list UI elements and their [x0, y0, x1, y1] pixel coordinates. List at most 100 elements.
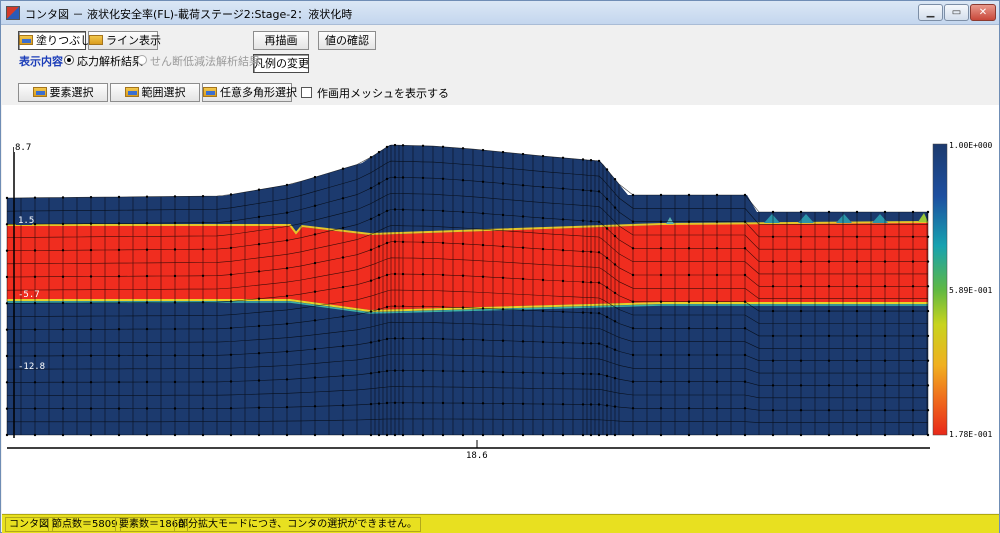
legend-min-label: 1.78E-001: [949, 430, 993, 439]
mesh-node: [827, 210, 831, 214]
check-value-button[interactable]: 値の確認: [318, 31, 376, 50]
mesh-node: [883, 409, 887, 412]
mesh-node: [401, 144, 405, 147]
stress-result-radio[interactable]: [64, 55, 74, 65]
mesh-node: [501, 433, 505, 437]
mesh-node: [117, 195, 121, 199]
element-select-label: 要素選択: [49, 86, 94, 99]
mesh-node: [441, 369, 445, 373]
mesh-node: [743, 327, 747, 330]
mesh-node: [715, 407, 719, 410]
mesh-node: [631, 247, 635, 250]
mesh-node: [33, 196, 37, 199]
fill-button[interactable]: 塗りつぶし: [18, 31, 91, 50]
mesh-node: [201, 380, 205, 384]
mesh-node: [631, 380, 635, 383]
mesh-node: [501, 182, 505, 185]
mesh-node: [393, 401, 397, 404]
title-bar[interactable]: コンタ図 － 液状化安全率(FL)-載荷ステージ2:Stage-2：液状化時 ▁…: [1, 1, 999, 25]
mesh-node: [481, 433, 485, 437]
mesh-node: [61, 249, 65, 252]
maximize-button[interactable]: ▭: [944, 4, 969, 21]
mesh-node: [743, 247, 747, 250]
mesh-node: [613, 263, 617, 266]
mesh-node: [201, 248, 205, 251]
mesh-node: [229, 220, 233, 223]
mesh-node: [911, 433, 915, 437]
mesh-node: [659, 380, 663, 383]
display-content-label: 表示内容: [19, 55, 63, 68]
mesh-node: [541, 433, 545, 437]
mesh-node: [589, 159, 593, 162]
mesh-node: [501, 402, 505, 405]
mesh-node: [117, 222, 121, 225]
mesh-node: [257, 324, 261, 328]
mesh-node: [541, 185, 545, 189]
mesh-node: [597, 281, 601, 284]
mesh-node: [5, 407, 9, 410]
line-display-button[interactable]: ライン表示: [88, 31, 161, 50]
mesh-node: [285, 239, 289, 242]
mesh-node: [771, 260, 775, 263]
mesh-node: [385, 401, 389, 405]
mesh-node: [631, 327, 635, 330]
fill-icon: [19, 35, 33, 45]
mesh-node: [687, 407, 691, 410]
mesh-node: [441, 433, 445, 437]
mesh-node: [883, 433, 887, 437]
mesh-node: [589, 403, 593, 406]
mesh-node: [313, 376, 317, 379]
mesh-node: [883, 384, 887, 387]
mesh-node: [421, 337, 425, 340]
mesh-node: [385, 305, 389, 309]
mesh-node: [285, 433, 289, 437]
contour-plot[interactable]: 8.7 1.5 -5.7 -12.8 -20.0 18.6 1.00E+000 …: [2, 105, 999, 513]
mesh-node: [173, 301, 177, 304]
element-select-button[interactable]: 要素選択: [18, 83, 108, 102]
mesh-node: [285, 183, 289, 187]
mesh-node: [61, 328, 65, 331]
mesh-node: [461, 306, 465, 309]
toolbar: 塗りつぶし ライン表示 再描画 値の確認 凡例の変更 表示内容 応力解析結果 せ…: [2, 26, 999, 104]
mesh-node: [173, 248, 177, 251]
mesh-node: [377, 339, 381, 342]
mesh-node: [521, 371, 525, 374]
mesh-node: [911, 409, 915, 412]
mesh-node: [341, 404, 345, 407]
mesh-node: [285, 267, 289, 270]
mesh-node: [743, 193, 747, 197]
legend-change-button[interactable]: 凡例の変更: [253, 54, 309, 73]
polygon-select-icon: [203, 87, 217, 97]
mesh-node: [173, 327, 177, 331]
mesh-node: [481, 148, 485, 152]
mesh-node: [521, 215, 525, 218]
mesh-node: [561, 156, 565, 159]
polygon-select-button[interactable]: 任意多角形選択: [202, 83, 297, 102]
contour-plot-area[interactable]: 8.7 1.5 -5.7 -12.8 -20.0 18.6 1.00E+000 …: [2, 105, 999, 513]
mesh-node: [799, 359, 803, 362]
mesh-node: [605, 256, 609, 260]
mesh-node: [589, 342, 593, 345]
shear-result-radio[interactable]: [137, 55, 147, 65]
close-button[interactable]: ✕: [970, 4, 996, 21]
mesh-node: [229, 246, 233, 250]
show-mesh-checkbox[interactable]: [301, 87, 312, 98]
mesh-node: [561, 341, 565, 344]
mesh-node: [401, 433, 405, 437]
mesh-node: [5, 433, 9, 437]
mesh-node: [911, 309, 915, 313]
range-select-button[interactable]: 範囲選択: [110, 83, 200, 102]
mesh-node: [229, 380, 233, 383]
mesh-node: [461, 274, 465, 277]
mesh-node: [855, 409, 859, 412]
mesh-node: [743, 220, 747, 223]
mesh-node: [501, 150, 505, 154]
minimize-button[interactable]: ▁: [918, 4, 943, 21]
y-label-4: -20.0: [18, 435, 45, 445]
redraw-button[interactable]: 再描画: [253, 31, 309, 50]
mesh-node: [369, 279, 373, 282]
window-title: コンタ図 － 液状化安全率(FL)-載荷ステージ2:Stage-2：液状化時: [25, 8, 353, 21]
mesh-node: [597, 190, 601, 193]
mesh-node: [341, 226, 345, 230]
mesh-node: [883, 334, 887, 338]
